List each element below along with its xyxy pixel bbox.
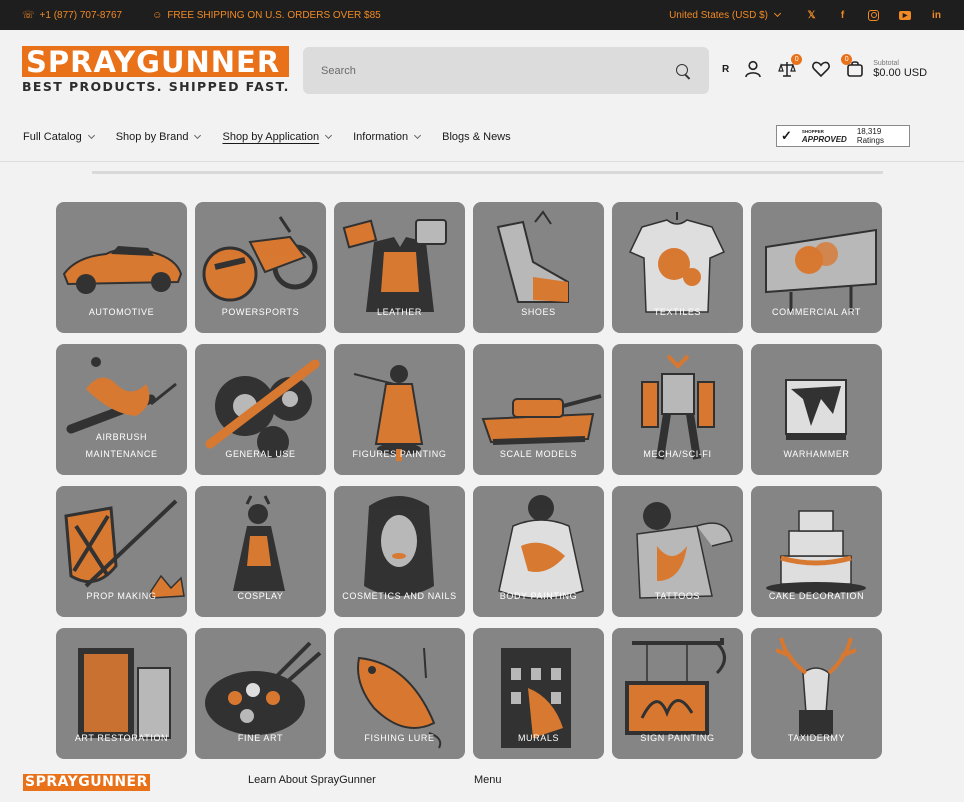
reviews-r-label[interactable]: R xyxy=(722,64,729,75)
footer-learn-heading: Learn About SprayGunner xyxy=(248,774,376,786)
footer-menu-heading: Menu xyxy=(474,774,502,786)
category-label: SCALE MODELS xyxy=(499,449,578,459)
category-label: LEATHER xyxy=(376,307,423,317)
cart-subtotal[interactable]: Subtotal $0.00 USD xyxy=(873,60,927,79)
category-tile-warhammer[interactable]: WARHAMMER xyxy=(751,344,882,475)
category-tile-textiles[interactable]: TEXTILES xyxy=(612,202,743,333)
category-label: FISHING LURE xyxy=(364,733,435,743)
category-tile-scale-models[interactable]: SCALE MODELS xyxy=(473,344,604,475)
category-label: COSPLAY xyxy=(237,591,284,601)
category-tile-airbrush-maintenance[interactable]: AIRBRUSH MAINTENANCE xyxy=(56,344,187,475)
category-tile-tattoos[interactable]: TATTOOS xyxy=(612,486,743,617)
category-label: TAXIDERMY xyxy=(787,733,846,743)
linkedin-icon[interactable]: in xyxy=(931,10,942,21)
category-label: POWERSPORTS xyxy=(221,307,300,317)
nav-information[interactable]: Information xyxy=(353,131,422,143)
category-label: AIRBRUSH MAINTENANCE xyxy=(85,432,158,459)
category-label: FINE ART xyxy=(237,733,284,743)
application-grid: AUTOMOTIVE POWERSPORTS LEATHER SHOES TEXTILE… xyxy=(56,202,882,759)
footer-logo[interactable]: SPRAYGUNNER xyxy=(23,774,150,791)
site-footer: SPRAYGUNNER Learn About SprayGunner Menu xyxy=(0,772,964,802)
nav-full-catalog[interactable]: Full Catalog xyxy=(23,131,95,143)
chevron-down-icon xyxy=(414,131,422,139)
category-tile-body-painting[interactable]: BODY PAINTING xyxy=(473,486,604,617)
category-tile-commercial-art[interactable]: COMMERCIAL ART xyxy=(751,202,882,333)
category-tile-automotive[interactable]: AUTOMOTIVE xyxy=(56,202,187,333)
category-tile-sign-painting[interactable]: SIGN PAINTING xyxy=(612,628,743,759)
main-navigation: Full Catalog Shop by Brand Shop by Appli… xyxy=(0,112,964,162)
x-twitter-icon[interactable]: 𝕏 xyxy=(806,10,817,21)
category-label: TATTOOS xyxy=(654,591,701,601)
category-label: TEXTILES xyxy=(653,307,702,317)
category-label: MURALS xyxy=(517,733,560,743)
nav-blogs-news[interactable]: Blogs & News xyxy=(442,131,510,143)
phone-link[interactable]: ☏ +1 (877) 707-8767 xyxy=(22,10,122,21)
category-label: COSMETICS AND NAILS xyxy=(342,591,457,601)
category-tile-murals[interactable]: MURALS xyxy=(473,628,604,759)
chevron-down-icon xyxy=(87,131,95,139)
chevron-down-icon xyxy=(325,131,333,139)
compare-count-badge: 0 xyxy=(791,54,803,65)
category-tile-cosplay[interactable]: COSPLAY xyxy=(195,486,326,617)
category-label: FIGURES PAINTING xyxy=(352,449,447,459)
category-tile-figures-painting[interactable]: FIGURES PAINTING xyxy=(334,344,465,475)
instagram-icon[interactable] xyxy=(868,9,879,21)
search-icon[interactable] xyxy=(675,63,691,79)
category-label: GENERAL USE xyxy=(225,449,296,459)
category-tile-mecha-sci-fi[interactable]: MECHA/SCI-FI xyxy=(612,344,743,475)
category-tile-shoes[interactable]: SHOES xyxy=(473,202,604,333)
shipping-notice: ☺ FREE SHIPPING ON U.S. ORDERS OVER $85 xyxy=(152,9,381,21)
category-label: SIGN PAINTING xyxy=(640,733,715,743)
chevron-down-icon xyxy=(194,131,202,139)
section-divider xyxy=(92,171,883,174)
category-label: CAKE DECORATION xyxy=(768,591,865,601)
category-label: AUTOMOTIVE xyxy=(88,307,155,317)
checkmark-icon: ✓ xyxy=(781,128,792,143)
category-tile-prop-making[interactable]: PROP MAKING xyxy=(56,486,187,617)
category-tile-cake-decoration[interactable]: CAKE DECORATION xyxy=(751,486,882,617)
category-tile-leather[interactable]: LEATHER xyxy=(334,202,465,333)
smile-icon: ☺ xyxy=(152,9,163,21)
category-tile-taxidermy[interactable]: TAXIDERMY xyxy=(751,628,882,759)
cart-icon[interactable]: 0 xyxy=(841,54,865,79)
category-tile-cosmetics-and-nails[interactable]: COSMETICS AND NAILS xyxy=(334,486,465,617)
site-header: SPRAYGUNNER BEST PRODUCTS. SHIPPED FAST.… xyxy=(0,30,964,112)
site-logo[interactable]: SPRAYGUNNER BEST PRODUCTS. SHIPPED FAST. xyxy=(22,46,289,96)
category-label: MECHA/SCI-FI xyxy=(643,449,712,459)
phone-icon: ☏ xyxy=(22,9,35,21)
compare-icon[interactable]: 0 xyxy=(777,54,803,79)
category-tile-fishing-lure[interactable]: FISHING LURE xyxy=(334,628,465,759)
category-label: WARHAMMER xyxy=(783,449,850,459)
nav-shop-by-brand[interactable]: Shop by Brand xyxy=(116,131,202,143)
facebook-icon[interactable]: f xyxy=(837,10,848,21)
category-label: PROP MAKING xyxy=(86,591,157,601)
category-label: SHOES xyxy=(521,307,556,317)
account-icon[interactable] xyxy=(743,59,763,79)
category-tile-fine-art[interactable]: FINE ART xyxy=(195,628,326,759)
category-label: BODY PAINTING xyxy=(499,591,578,601)
category-label: COMMERCIAL ART xyxy=(772,307,861,317)
category-tile-general-use[interactable]: GENERAL USE xyxy=(195,344,326,475)
youtube-icon[interactable]: ▶ xyxy=(899,10,911,20)
search-input[interactable]: Search xyxy=(303,47,709,94)
chevron-down-icon xyxy=(773,9,782,18)
category-tile-powersports[interactable]: POWERSPORTS xyxy=(195,202,326,333)
announcement-bar: ☏ +1 (877) 707-8767 ☺ FREE SHIPPING ON U… xyxy=(0,0,964,30)
category-tile-art-restoration[interactable]: ART RESTORATION xyxy=(56,628,187,759)
nav-shop-by-application[interactable]: Shop by Application xyxy=(222,131,333,143)
category-label: ART RESTORATION xyxy=(74,733,169,743)
shopper-approved-badge[interactable]: ✓ SHOPPER APPROVED 18,319 Ratings xyxy=(776,125,910,147)
wishlist-heart-icon[interactable] xyxy=(811,59,831,79)
currency-selector[interactable]: United States (USD $) xyxy=(669,9,782,21)
